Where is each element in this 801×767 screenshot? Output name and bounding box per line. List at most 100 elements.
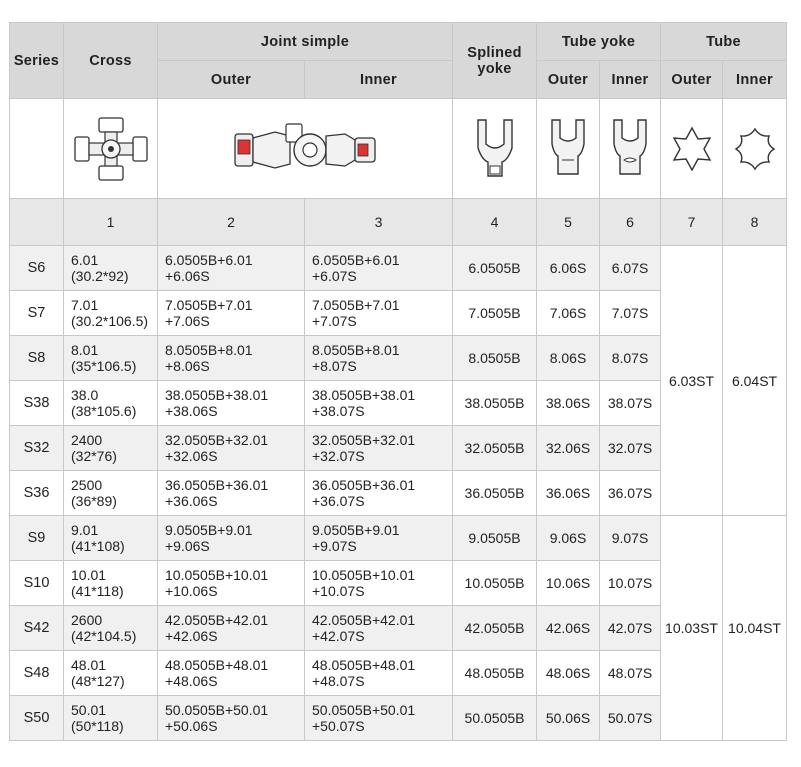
joint-outer-line2: +8.06S [165,358,210,374]
tube-yoke-inner-cell: 10.07S [599,560,662,606]
joint-simple-icon [156,98,454,199]
series-cell: S8 [9,335,64,381]
header-joint-inner: Inner [303,60,454,99]
cross-cell: 6.01 (30.2*92) [63,245,158,291]
joint-outer-line1: 38.0505B+38.01 [165,387,269,403]
joint-inner-line1: 50.0505B+50.01 [312,702,416,718]
joint-outer-line1: 50.0505B+50.01 [165,702,269,718]
index-cell: 1 [63,198,158,246]
joint-inner-line2: +9.07S [312,538,357,554]
header-splined-yoke: Splined yoke [452,22,538,99]
tube-yoke-outer-cell: 38.06S [536,380,601,426]
series-cell: S48 [9,650,64,696]
cross-code: 10.01 [71,567,107,583]
cross-size: (41*118) [71,583,124,599]
joint-outer-line2: +42.06S [165,628,218,644]
tube-inner-star-icon [722,98,788,199]
splined-yoke-cell: 38.0505B [452,380,538,426]
joint-outer-line1: 6.0505B+6.01 [165,252,253,268]
joint-outer-line2: +38.06S [165,403,218,419]
joint-outer-line1: 7.0505B+7.01 [165,297,253,313]
image-row [9,98,788,199]
cross-code: 2500 [71,477,103,493]
header-tube: Tube [660,22,788,61]
joint-outer-line1: 42.0505B+42.01 [165,612,269,628]
splined-yoke-cell: 10.0505B [452,560,538,606]
header-cross: Cross [63,22,158,99]
joint-outer-line2: +7.06S [165,313,210,329]
cross-code: 48.01 [71,657,107,673]
tube-yoke-inner-cell: 36.07S [599,470,662,516]
tube-yoke-inner-cell: 32.07S [599,425,662,471]
splined-yoke-cell: 7.0505B [452,290,538,336]
splined-yoke-cell: 6.0505B [452,245,538,291]
cross-cell: 50.01 (50*118) [63,695,158,741]
splined-yoke-icon [452,98,538,199]
spec-table: Series Cross Joint simple Splined yoke T… [9,22,788,741]
joint-outer-line1: 48.0505B+48.01 [165,657,269,673]
cross-size: (30.2*92) [71,268,129,284]
cross-code: 6.01 [71,252,99,268]
joint-inner-line1: 6.0505B+6.01 [312,252,400,268]
cross-code: 8.01 [71,342,99,358]
joint-inner-line2: +38.07S [312,403,365,419]
joint-outer-cell: 36.0505B+36.01 +36.06S [157,470,305,516]
joint-outer-cell: 32.0505B+32.01 +32.06S [157,425,305,471]
joint-outer-cell: 38.0505B+38.01 +38.06S [157,380,305,426]
joint-inner-cell: 6.0505B+6.01 +6.07S [303,245,454,291]
joint-outer-cell: 10.0505B+10.01 +10.06S [157,560,305,606]
joint-outer-cell: 48.0505B+48.01 +48.06S [157,650,305,696]
series-cell: S10 [9,560,64,606]
index-cell: 2 [157,198,305,246]
splined-yoke-cell: 9.0505B [452,515,538,561]
header-tube-yoke-outer: Outer [536,60,601,99]
tube-inner-cell: 6.04ST [722,245,788,516]
cross-size: (50*118) [71,718,124,734]
header-tube-yoke: Tube yoke [536,22,662,61]
header-joint-simple: Joint simple [156,22,454,61]
joint-inner-cell: 7.0505B+7.01 +7.07S [303,290,454,336]
cross-code: 50.01 [71,702,107,718]
joint-inner-cell: 42.0505B+42.01 +42.07S [303,605,454,651]
tube-yoke-outer-cell: 9.06S [536,515,601,561]
cross-code: 2600 [71,612,103,628]
joint-outer-line2: +10.06S [165,583,218,599]
cross-size: (48*127) [71,673,125,689]
index-cell: 8 [722,198,788,246]
joint-inner-line2: +32.07S [312,448,365,464]
joint-inner-cell: 8.0505B+8.01 +8.07S [303,335,454,381]
joint-outer-line1: 9.0505B+9.01 [165,522,253,538]
tube-yoke-inner-cell: 42.07S [599,605,662,651]
joint-inner-line2: +42.07S [312,628,365,644]
tube-yoke-inner-cell: 38.07S [599,380,662,426]
joint-inner-cell: 38.0505B+38.01 +38.07S [303,380,454,426]
tube-yoke-outer-cell: 8.06S [536,335,601,381]
joint-inner-line1: 38.0505B+38.01 [312,387,416,403]
joint-outer-cell: 7.0505B+7.01 +7.06S [157,290,305,336]
tube-yoke-outer-cell: 7.06S [536,290,601,336]
series-cell: S42 [9,605,64,651]
joint-inner-cell: 50.0505B+50.01 +50.07S [303,695,454,741]
splined-yoke-cell: 8.0505B [452,335,538,381]
joint-inner-line1: 42.0505B+42.01 [312,612,416,628]
cross-size: (36*89) [71,493,117,509]
index-cell: 7 [660,198,724,246]
tube-yoke-inner-cell: 6.07S [599,245,662,291]
joint-outer-line1: 32.0505B+32.01 [165,432,269,448]
tube-yoke-inner-cell: 50.07S [599,695,662,741]
index-empty [9,198,64,246]
tube-yoke-inner-cell: 8.07S [599,335,662,381]
cross-cell: 9.01 (41*108) [63,515,158,561]
cross-size: (32*76) [71,448,117,464]
cross-cell: 2600 (42*104.5) [63,605,158,651]
tube-yoke-inner-cell: 7.07S [599,290,662,336]
cross-code: 9.01 [71,522,99,538]
index-cell: 6 [599,198,662,246]
joint-inner-line2: +10.07S [312,583,365,599]
joint-outer-line1: 8.0505B+8.01 [165,342,253,358]
cross-size: (35*106.5) [71,358,137,374]
joint-inner-cell: 32.0505B+32.01 +32.07S [303,425,454,471]
joint-outer-cell: 8.0505B+8.01 +8.06S [157,335,305,381]
joint-outer-line2: +36.06S [165,493,218,509]
joint-outer-line2: +32.06S [165,448,218,464]
